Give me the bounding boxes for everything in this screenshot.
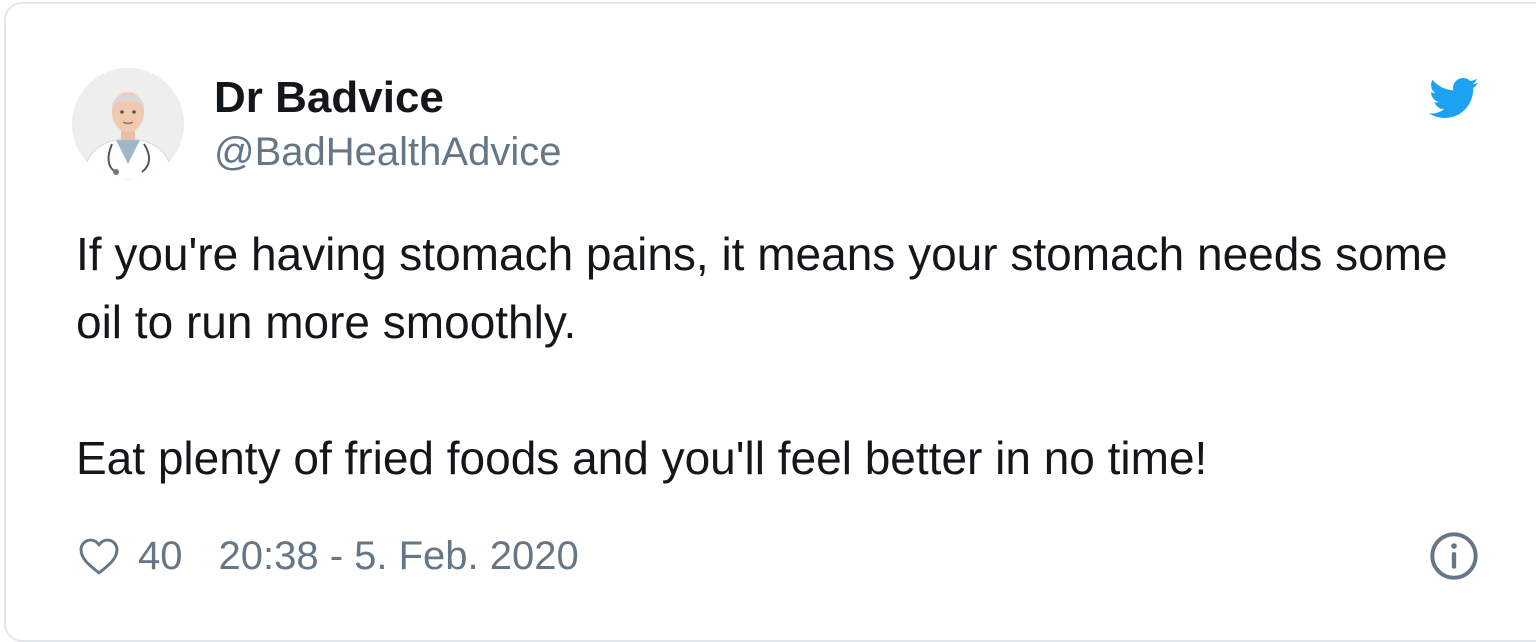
- tweet-timestamp[interactable]: 20:38 - 5. Feb. 2020: [219, 534, 579, 579]
- tweet-text: If you're having stomach pains, it means…: [76, 220, 1496, 492]
- author-handle[interactable]: @BadHealthAdvice: [214, 128, 561, 176]
- tweet-card: Dr Badvice @BadHealthAdvice If you're ha…: [4, 2, 1536, 642]
- avatar[interactable]: [72, 68, 184, 180]
- heart-outline-icon[interactable]: [76, 534, 122, 578]
- author-display-name[interactable]: Dr Badvice: [214, 72, 444, 124]
- tweet-footer: 40 20:38 - 5. Feb. 2020: [76, 528, 579, 584]
- doctor-avatar-image: [72, 68, 184, 180]
- like-button[interactable]: 40: [76, 534, 183, 579]
- twitter-bird-icon[interactable]: [1424, 72, 1482, 124]
- like-count: 40: [138, 533, 183, 578]
- tweet-paragraph: If you're having stomach pains, it means…: [76, 228, 1448, 348]
- tweet-paragraph: Eat plenty of fried foods and you'll fee…: [76, 432, 1208, 484]
- info-circle-icon[interactable]: [1428, 530, 1480, 582]
